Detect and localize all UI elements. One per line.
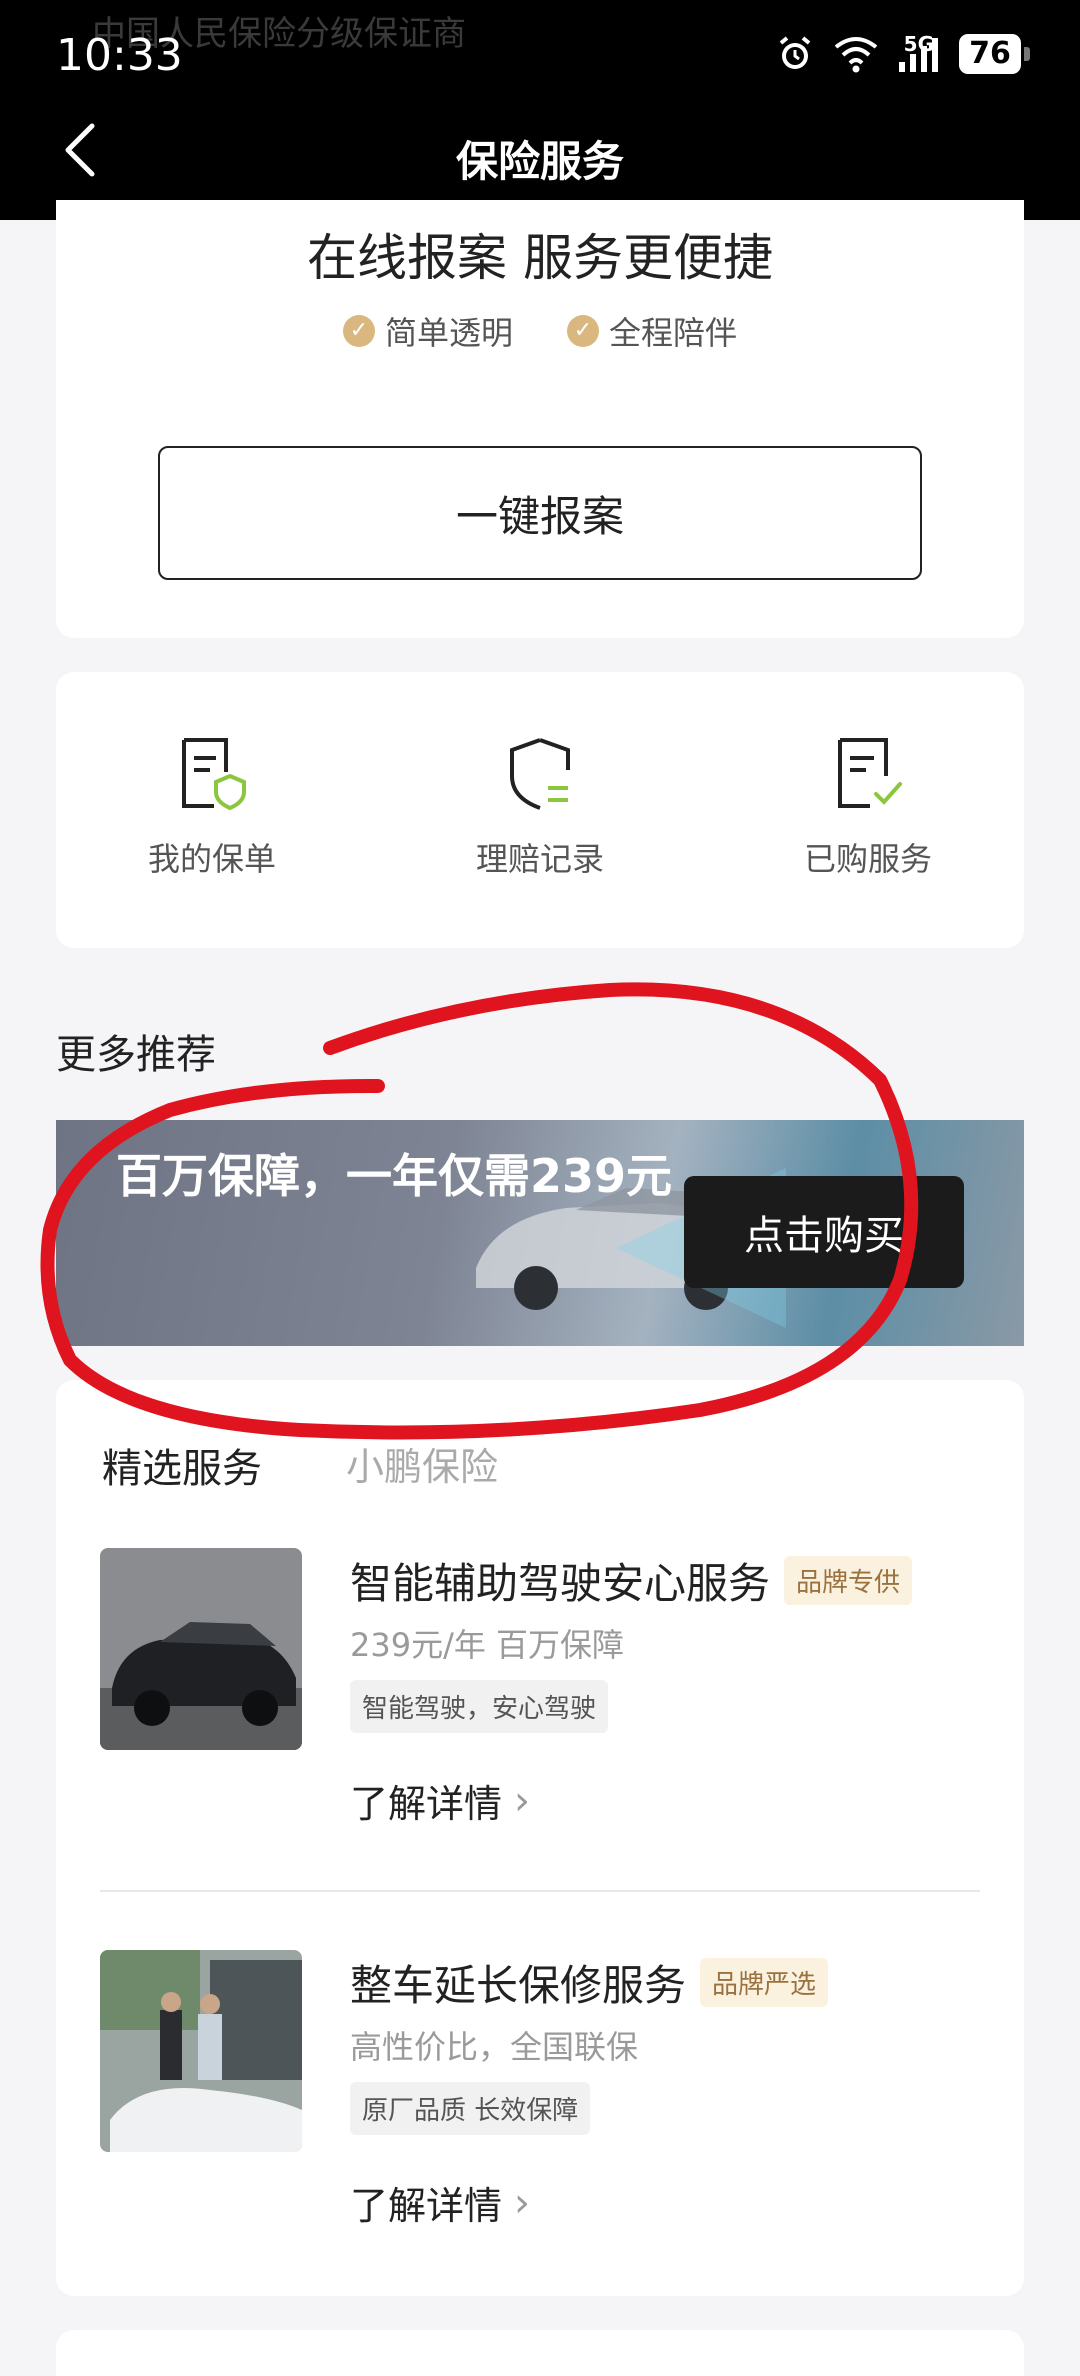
- chevron-right-icon: ›: [514, 2179, 531, 2226]
- battery-tip: [1024, 47, 1030, 61]
- people-car-thumbnail: [100, 1950, 302, 2152]
- selected-subtitle: 小鹏保险: [346, 1445, 499, 1489]
- quick-action-label: 已购服务: [803, 840, 932, 878]
- service-meta: 高性价比，全国联保: [350, 2028, 639, 2066]
- report-headline: 在线报案 服务更便捷: [307, 229, 773, 287]
- service-chip: 原厂品质 长效保障: [350, 2082, 591, 2135]
- service-info: 整车延长保修服务 品牌严选 高性价比，全国联保 原厂品质 长效保障 了解详情 ›: [350, 1950, 980, 2230]
- status-time: 10:33: [56, 30, 183, 81]
- quick-action-claim-records[interactable]: 理赔记录: [430, 736, 650, 880]
- suv-thumbnail: [100, 1548, 302, 1750]
- service-name-row: 整车延长保修服务 品牌严选: [350, 1950, 980, 2014]
- promo-banner[interactable]: 百万保障，一年仅需239元 点击购买: [56, 1120, 1024, 1346]
- service-name-row: 智能辅助驾驶安心服务 品牌专供: [350, 1548, 980, 1612]
- signal-icon: [899, 38, 938, 72]
- battery-indicator: 76: [959, 34, 1030, 74]
- selected-title: 精选服务: [102, 1446, 262, 1492]
- quick-action-purchased-services[interactable]: 已购服务: [758, 736, 978, 880]
- item-divider: [100, 1890, 980, 1892]
- chevron-right-icon: ›: [514, 1777, 531, 1824]
- service-meta: 239元/年 百万保障: [350, 1626, 625, 1664]
- battery-level: 76: [959, 34, 1021, 74]
- service-item[interactable]: 智能辅助驾驶安心服务 品牌专供 239元/年 百万保障 智能驾驶，安心驾驶 了解…: [100, 1548, 980, 1878]
- buy-button[interactable]: 点击购买: [684, 1176, 964, 1288]
- quick-action-label: 我的保单: [147, 840, 276, 878]
- next-card-peek: [56, 2330, 1024, 2376]
- brand-badge: 品牌严选: [700, 1957, 829, 2007]
- service-name: 整车延长保修服务: [350, 1960, 687, 2010]
- learn-more-label: 了解详情: [350, 1782, 503, 1826]
- shield-list-icon: [510, 738, 570, 810]
- one-click-report-button[interactable]: 一键报案: [158, 446, 922, 580]
- service-item[interactable]: 整车延长保修服务 品牌严选 高性价比，全国联保 原厂品质 长效保障 了解详情 ›: [100, 1950, 980, 2280]
- service-info: 智能辅助驾驶安心服务 品牌专供 239元/年 百万保障 智能驾驶，安心驾驶 了解…: [350, 1548, 980, 1828]
- insurance-service-page: 中国人民保险分级保证商 10:33 5G 76 保险服务 在线报案 服务更便捷 …: [0, 0, 1080, 2376]
- report-tags: ✓ 简单透明 ✓ 全程陪伴: [56, 308, 1024, 354]
- service-chip: 智能驾驶，安心驾驶: [350, 1680, 609, 1733]
- learn-more-label: 了解详情: [350, 2184, 503, 2228]
- tag-accompany: ✓ 全程陪伴: [567, 308, 737, 354]
- quick-action-label: 理赔记录: [475, 840, 604, 878]
- tag-label: 全程陪伴: [609, 314, 738, 352]
- alarm-icon: [779, 36, 811, 69]
- banner-text: 百万保障，一年仅需239元: [116, 1149, 673, 1203]
- policy-shield-icon: [182, 738, 246, 811]
- brand-badge: 品牌专供: [784, 1555, 913, 1605]
- wifi-icon: [834, 37, 878, 73]
- tag-simple: ✓ 简单透明: [342, 308, 513, 354]
- quick-action-my-policy[interactable]: 我的保单: [102, 736, 322, 880]
- report-card: 在线报案 服务更便捷 ✓ 简单透明 ✓ 全程陪伴 一键报案: [56, 200, 1024, 638]
- learn-more-link[interactable]: 了解详情 ›: [350, 2175, 980, 2230]
- top-bar: 中国人民保险分级保证商 10:33 5G 76 保险服务: [0, 0, 1080, 220]
- check-circle-icon: ✓: [567, 315, 599, 347]
- service-name: 智能辅助驾驶安心服务: [350, 1558, 771, 1608]
- learn-more-link[interactable]: 了解详情 ›: [350, 1773, 980, 1828]
- recommend-title: 更多推荐: [56, 1032, 216, 1078]
- check-circle-icon: ✓: [342, 315, 375, 347]
- document-check-icon: [838, 738, 902, 808]
- selected-services-card: 精选服务 小鹏保险 智能辅助驾驶安心服务 品牌专供 239元/年 百万保障 智能…: [56, 1380, 1024, 2296]
- status-icons: 76: [775, 34, 1030, 74]
- quick-actions-card: 我的保单 理赔记录 已购服务: [56, 672, 1024, 948]
- page-title: 保险服务: [455, 137, 624, 186]
- tag-label: 简单透明: [384, 314, 513, 352]
